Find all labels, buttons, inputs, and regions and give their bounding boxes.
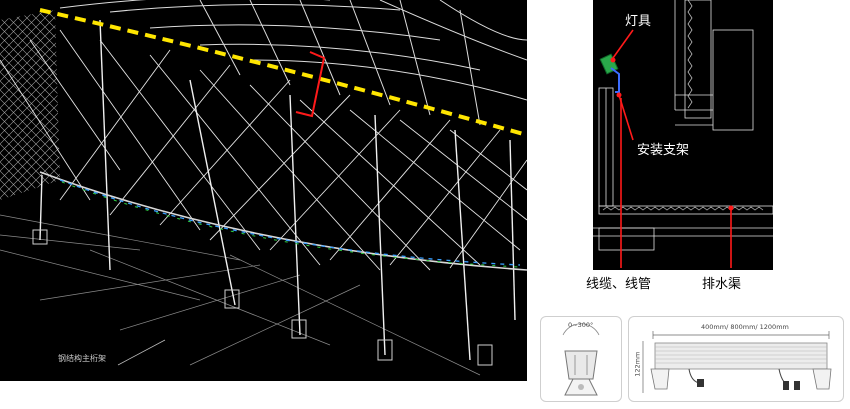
connector-left [697,379,704,387]
column-bases [32,229,493,366]
angle-label: 0~300° [568,321,594,329]
section-svg [593,0,774,268]
bracket-product-card: 0~300° [540,316,622,402]
connector-right-2 [794,381,800,390]
bracket-bolt [578,384,584,390]
bracket-label: 安装支架 [637,142,690,157]
drain-hatch [602,206,764,211]
beam-section [712,29,754,131]
lower-light-line-green [61,181,521,268]
connector-right [783,381,789,390]
insulation-hatch [687,0,693,109]
drain-label: 排水渠 [702,276,742,291]
bracket-head [564,350,598,380]
ground-grid [0,214,481,376]
height-label: 122mm [633,351,642,377]
main-truss-label: 钢结构主桁架 [58,354,106,363]
leader-dot-fixture [610,57,616,63]
left-mount [650,368,670,390]
columns [39,19,516,361]
section-detail-drawing: 灯具 安装支架 [593,0,774,270]
leader-dot-bracket [616,92,622,98]
mesh-wall [0,10,60,200]
lattice [0,29,528,271]
truss-drawing-svg [0,0,528,376]
footing [598,227,655,251]
right-mount [812,368,832,390]
roof-ribs [59,0,528,126]
bracket-product-svg [562,323,600,396]
upper-light-line [39,8,528,137]
fixture-label: 灯具 [625,13,652,28]
fixture-product-card: 400mm/ 800mm/ 1200mm 122mm [628,316,844,402]
truss-label-leader [117,339,166,366]
cable-right [778,368,786,384]
cable-label: 线缆、线管 [586,276,652,291]
length-label: 400mm/ 800mm/ 1200mm [701,323,789,331]
leader-dot-drain [728,205,734,211]
truss-perspective-drawing: 钢结构主桁架 [0,0,528,381]
